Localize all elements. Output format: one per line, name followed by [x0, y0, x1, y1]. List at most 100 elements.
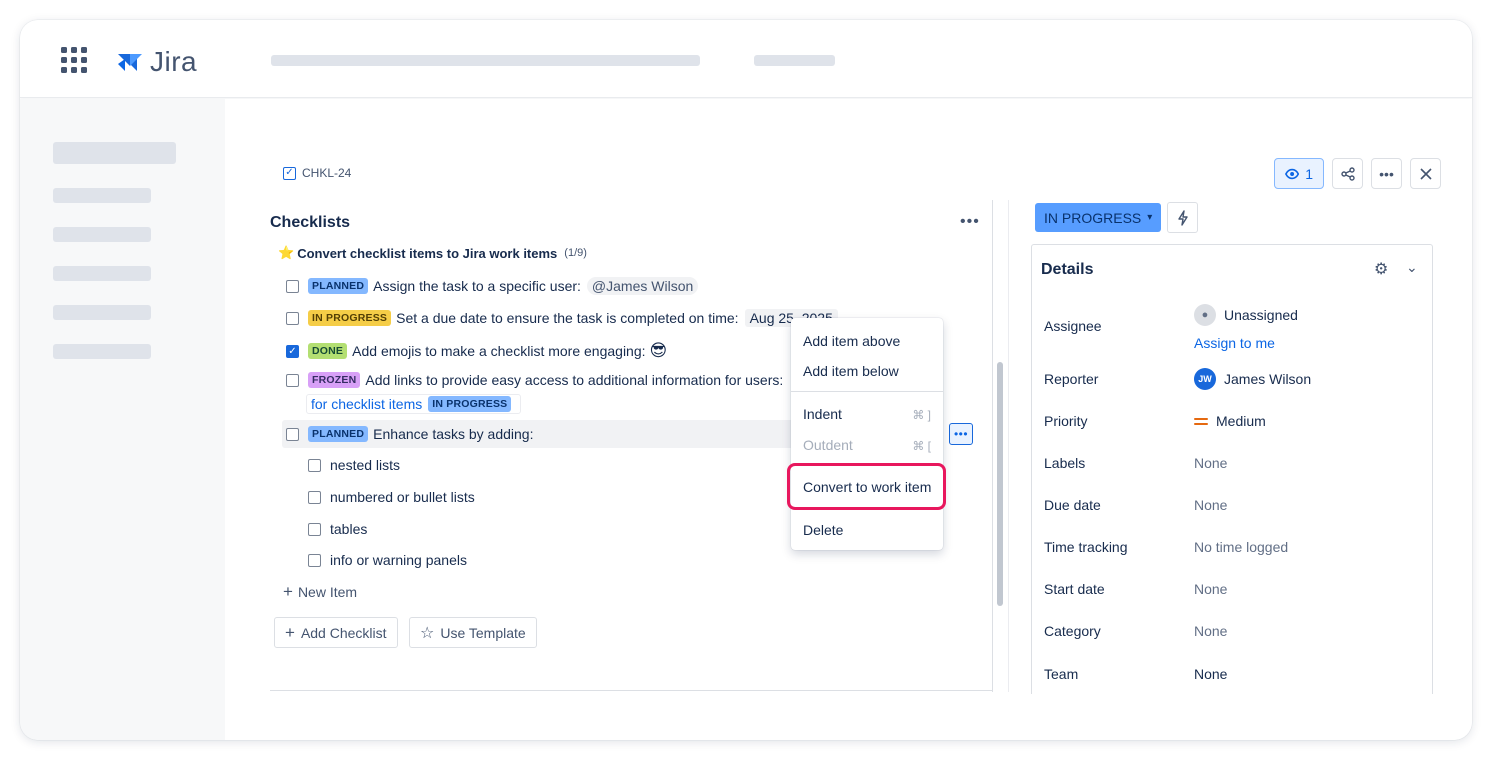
- menu-delete[interactable]: Delete: [803, 522, 843, 538]
- labels-value[interactable]: None: [1194, 455, 1227, 471]
- category-value[interactable]: None: [1194, 623, 1227, 639]
- status-lozenge[interactable]: FROZEN: [308, 372, 361, 388]
- section-divider: [270, 690, 992, 691]
- use-template-button[interactable]: ☆ Use Template: [409, 617, 537, 648]
- close-button[interactable]: [1410, 158, 1441, 189]
- checklist-name: Convert checklist items to Jira work ite…: [297, 245, 558, 261]
- star-icon: ⭐: [278, 245, 295, 260]
- app-name: Jira: [150, 46, 198, 77]
- sidebar-skeleton: [53, 266, 151, 281]
- item-checkbox[interactable]: [308, 458, 321, 472]
- gear-icon[interactable]: ⚙: [1374, 259, 1388, 279]
- due-date-label: Due date: [1044, 497, 1101, 513]
- status-label: IN PROGRESS: [1044, 209, 1142, 226]
- checklist-item[interactable]: IN PROGRESS Set a due date to ensure the…: [286, 309, 838, 327]
- automation-button[interactable]: [1167, 202, 1198, 233]
- assignee-value[interactable]: ● Unassigned: [1194, 304, 1298, 326]
- item-checkbox[interactable]: [308, 553, 321, 567]
- sidebar-skeleton: [53, 305, 151, 320]
- item-checkbox[interactable]: [286, 311, 299, 325]
- panel-divider: [992, 200, 993, 692]
- sidebar-skeleton: [53, 142, 176, 164]
- panel-divider: [1008, 200, 1009, 692]
- status-lozenge[interactable]: PLANNED: [308, 426, 369, 442]
- user-mention[interactable]: @James Wilson: [586, 277, 699, 295]
- priority-value[interactable]: Medium: [1194, 413, 1266, 429]
- new-item-button[interactable]: + New Item: [283, 582, 357, 602]
- team-label: Team: [1044, 666, 1079, 682]
- details-title[interactable]: Details: [1041, 261, 1093, 279]
- task-type-icon: ✓: [283, 166, 296, 180]
- menu-indent[interactable]: Indent: [803, 406, 842, 422]
- status-lozenge[interactable]: IN PROGRESS: [308, 310, 392, 326]
- more-actions-button[interactable]: •••: [1371, 158, 1402, 189]
- sidebar-skeleton: [53, 188, 151, 203]
- highlight-outline: [787, 463, 946, 510]
- menu-add-item-above[interactable]: Add item above: [803, 333, 900, 349]
- due-date-value[interactable]: None: [1194, 497, 1227, 513]
- item-checkbox[interactable]: [308, 490, 321, 504]
- item-checkbox[interactable]: [308, 522, 321, 536]
- assignee-label: Assignee: [1044, 318, 1102, 334]
- start-date-value[interactable]: None: [1194, 581, 1227, 597]
- time-tracking-value[interactable]: No time logged: [1194, 539, 1288, 555]
- time-tracking-label: Time tracking: [1044, 539, 1128, 555]
- add-checklist-button[interactable]: + Add Checklist: [274, 617, 398, 648]
- item-text: Add emojis to make a checklist more enga…: [352, 343, 646, 359]
- plus-icon: +: [285, 622, 295, 642]
- checklists-more-button[interactable]: •••: [960, 213, 980, 231]
- new-item-label: New Item: [297, 584, 358, 600]
- sub-item[interactable]: tables: [308, 521, 367, 537]
- status-lozenge[interactable]: PLANNED: [308, 278, 369, 294]
- checklist-item[interactable]: PLANNED Enhance tasks by adding:: [286, 426, 534, 442]
- issue-key: CHKL-24: [302, 166, 352, 180]
- smart-link-text[interactable]: for checklist items: [311, 396, 422, 412]
- close-icon: [1419, 167, 1432, 180]
- sub-item[interactable]: numbered or bullet lists: [308, 489, 475, 505]
- top-navigation: Jira: [20, 20, 1472, 98]
- unassigned-avatar-icon: ●: [1194, 304, 1216, 326]
- watch-button[interactable]: 1: [1274, 158, 1324, 189]
- status-lozenge[interactable]: DONE: [308, 343, 348, 359]
- avatar: JW: [1194, 368, 1216, 390]
- team-value[interactable]: None: [1194, 666, 1227, 682]
- sub-item[interactable]: nested lists: [308, 457, 400, 473]
- sub-item[interactable]: info or warning panels: [308, 552, 467, 568]
- checklist-item[interactable]: FROZEN Add links to provide easy access …: [286, 372, 783, 388]
- scrollbar[interactable]: [997, 362, 1003, 606]
- menu-add-item-below[interactable]: Add item below: [803, 363, 899, 379]
- share-button[interactable]: [1332, 158, 1363, 189]
- search-placeholder-skeleton: [271, 55, 700, 66]
- status-dropdown[interactable]: IN PROGRESS ▾: [1035, 203, 1162, 232]
- item-text: info or warning panels: [330, 552, 467, 568]
- checklist-progress: (1/9): [564, 247, 587, 259]
- link-chip[interactable]: for checklist items IN PROGRESS: [306, 394, 522, 414]
- app-switcher-icon[interactable]: [61, 47, 89, 75]
- menu-divider: [791, 391, 943, 392]
- item-checkbox-checked[interactable]: ✓: [286, 344, 299, 358]
- watch-count: 1: [1305, 165, 1313, 182]
- labels-label: Labels: [1044, 455, 1086, 471]
- item-checkbox[interactable]: [286, 279, 299, 293]
- item-text: Enhance tasks by adding:: [373, 426, 534, 442]
- issue-key-breadcrumb[interactable]: ✓ CHKL-24: [283, 166, 351, 180]
- reporter-value[interactable]: JW James Wilson: [1194, 368, 1311, 390]
- jira-logo[interactable]: Jira: [114, 46, 197, 78]
- item-text: nested lists: [330, 457, 401, 473]
- chevron-down-icon[interactable]: ⌄: [1406, 259, 1418, 276]
- menu-outdent: Outdent: [803, 437, 853, 453]
- checklist-item[interactable]: ✓ DONE Add emojis to make a checklist mo…: [286, 341, 667, 361]
- category-label: Category: [1044, 623, 1101, 639]
- item-text: numbered or bullet lists: [330, 489, 475, 505]
- item-checkbox[interactable]: [286, 427, 299, 441]
- assign-to-me-link[interactable]: Assign to me: [1194, 335, 1275, 351]
- item-more-button[interactable]: •••: [949, 423, 973, 445]
- checklist-heading: ⭐ Convert checklist items to Jira work i…: [278, 245, 587, 261]
- checklists-title: Checklists: [270, 214, 351, 231]
- checklist-item[interactable]: PLANNED Assign the task to a specific us…: [286, 277, 699, 295]
- issue-actions: 1 •••: [1274, 158, 1441, 189]
- item-text: Set a due date to ensure the task is com…: [396, 310, 739, 326]
- share-icon: [1340, 166, 1355, 181]
- outdent-shortcut: ⌘ [: [912, 439, 931, 453]
- item-checkbox[interactable]: [286, 373, 299, 387]
